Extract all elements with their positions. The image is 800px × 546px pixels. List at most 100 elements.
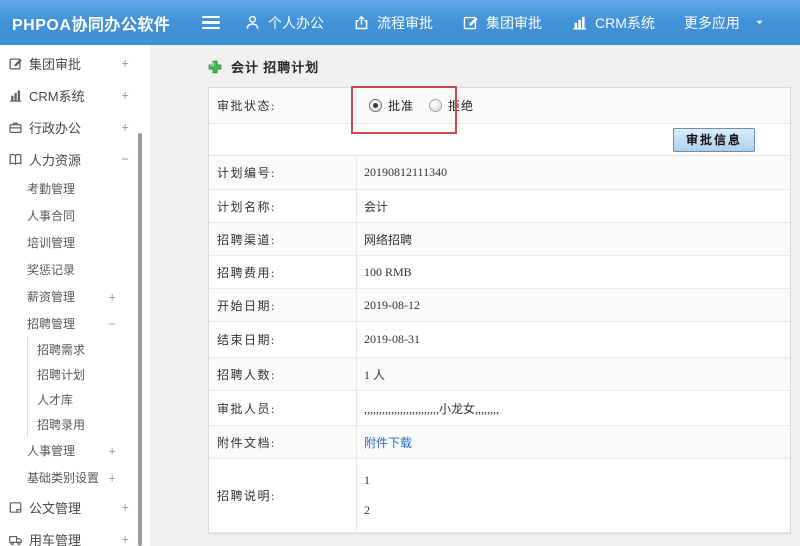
sidebar-item-1[interactable]: 集团审批 + [0,47,150,79]
sidebar-item-label: 薪资管理 [27,290,76,304]
sidebar-item-7[interactable]: 培训管理 [0,229,150,256]
person-icon [244,14,261,31]
field-value: 100 RMB [364,264,412,279]
sidebar-item-label: 行政办公 [29,120,82,136]
book-icon [8,152,23,167]
sidebar-item-5[interactable]: 考勤管理 [0,175,150,202]
sidebar-item-14[interactable]: 招聘录用 [27,412,150,437]
nav-item-label: 个人办公 [268,14,324,31]
field-label: 招聘渠道: [209,223,357,255]
field-row: 招聘说明: 1 2 [209,459,790,533]
status-row: 审批状态: 批准 拒绝 [209,88,790,124]
expand-toggle-icon[interactable]: + [121,89,129,102]
share-up-icon [353,14,370,31]
sidebar-item-label: 人力资源 [29,152,82,168]
nav-item-5[interactable]: 更多应用 [684,13,765,33]
topbar-nav: 个人办公 流程审批 集团审批 CRM系统 更多应用 [244,13,794,33]
sidebar-item-17[interactable]: 公文管理 + [0,491,150,523]
sidebar: 集团审批 + CRM系统 + 行政办公 + 人力资源 − 考勤管理 人事合同 培训管理 奖惩记录 薪资管… [0,45,150,546]
sidebar-item-3[interactable]: 行政办公 + [0,111,150,143]
radio-approve[interactable] [369,99,382,112]
edit-square-icon [462,14,479,31]
doc-icon [8,500,23,515]
sidebar-item-2[interactable]: CRM系统 + [0,79,150,111]
sidebar-item-label: 人才库 [37,393,74,407]
sidebar-item-4[interactable]: 人力资源 − [0,143,150,175]
attachment-link[interactable]: 附件下载 [364,434,412,451]
field-row: 开始日期: 2019-08-12 [209,289,790,322]
sidebar-item-16[interactable]: 基础类别设置 + [0,464,150,491]
sidebar-item-11[interactable]: 招聘需求 [27,337,150,362]
field-value: ,,,,,,,,,,,,,,,,,,,,,,,,,小龙女,,,,,,,, [364,401,500,416]
sidebar-item-13[interactable]: 人才库 [27,387,150,412]
expand-toggle-icon[interactable]: + [108,290,116,303]
sidebar-item-label: 人事合同 [27,209,76,223]
topbar: PHPOA协同办公软件 个人办公 流程审批 集团审批 CRM系统 更多应用 [0,0,800,45]
main-content: 会计 招聘计划 审批状态: 批准 拒绝 审批信息 计划编号: 2019081211… [150,45,800,546]
status-options: 批准 拒绝 [357,88,790,123]
field-label: 招聘说明: [209,459,357,532]
field-label: 招聘费用: [209,256,357,288]
field-value: 1 人 [364,367,386,382]
nav-item-label: 更多应用 [683,14,740,31]
field-label: 审批人员: [209,391,357,425]
hamburger-icon[interactable] [202,16,220,29]
sidebar-item-label: 招聘计划 [37,368,86,382]
approve-info-row: 审批信息 [209,124,790,156]
sidebar-item-label: 人事管理 [27,444,76,458]
detail-table: 审批状态: 批准 拒绝 审批信息 计划编号: 20190812111340 计划名称… [208,86,791,534]
field-row: 招聘渠道: 网络招聘 [209,223,790,256]
page-title-text: 会计 招聘计划 [231,60,320,75]
add-icon [208,60,222,74]
sidebar-item-label: 招聘管理 [27,317,76,331]
sidebar-item-9[interactable]: 薪资管理 + [0,283,150,310]
nav-item-label: 集团审批 [486,14,542,31]
expand-toggle-icon[interactable]: + [121,533,129,546]
expand-toggle-icon[interactable]: + [108,471,116,484]
field-label: 附件文档: [209,426,357,458]
field-row: 计划名称: 会计 [209,190,790,223]
bar-chart-icon [571,14,588,31]
radio-reject-label: 拒绝 [448,99,475,113]
expand-toggle-icon[interactable]: + [108,444,116,457]
field-value: 会计 [364,199,389,214]
sidebar-item-label: 集团审批 [29,56,82,72]
nav-item-label: 流程审批 [377,14,433,31]
field-label: 开始日期: [209,289,357,321]
sidebar-item-18[interactable]: 用车管理 + [0,523,150,546]
field-row: 审批人员: ,,,,,,,,,,,,,,,,,,,,,,,,,小龙女,,,,,,,… [209,391,790,426]
field-label: 招聘人数: [209,358,357,390]
radio-reject[interactable] [429,99,443,112]
field-row: 计划编号: 20190812111340 [209,156,790,190]
sidebar-item-15[interactable]: 人事管理 + [0,437,150,464]
sidebar-item-label: 用车管理 [29,532,82,546]
nav-item-1[interactable]: 个人办公 [244,13,324,33]
field-value: 2019-08-31 [364,332,420,346]
approve-info-button[interactable]: 审批信息 [672,127,755,152]
field-label: 审批状态: [209,88,357,123]
sidebar-item-label: CRM系统 [29,88,85,104]
sidebar-item-6[interactable]: 人事合同 [0,202,150,229]
sidebar-item-8[interactable]: 奖惩记录 [0,256,150,283]
nav-item-3[interactable]: 集团审批 [462,13,542,33]
bar-chart-icon [8,88,23,103]
expand-toggle-icon[interactable]: − [108,317,116,330]
app-logo: PHPOA协同办公软件 [12,16,171,34]
field-label: 计划名称: [209,190,357,222]
briefcase-icon [8,120,23,135]
nav-item-4[interactable]: CRM系统 [571,13,655,33]
expand-toggle-icon[interactable]: + [121,57,129,70]
sidebar-menu: 集团审批 + CRM系统 + 行政办公 + 人力资源 − 考勤管理 人事合同 培训管理 奖惩记录 薪资管… [0,47,150,546]
edit-square-icon [8,56,23,71]
sidebar-item-10[interactable]: 招聘管理 − [0,310,150,337]
sidebar-item-label: 考勤管理 [27,182,76,196]
expand-toggle-icon[interactable]: + [121,501,129,514]
field-value: 网络招聘 [364,232,413,247]
field-value: 12 [364,473,370,517]
sidebar-item-label: 招聘录用 [37,418,86,432]
expand-toggle-icon[interactable]: + [121,121,129,134]
sidebar-scrollbar[interactable] [138,133,142,546]
sidebar-item-12[interactable]: 招聘计划 [27,362,150,387]
nav-item-2[interactable]: 流程审批 [353,13,433,33]
expand-toggle-icon[interactable]: − [121,153,129,166]
